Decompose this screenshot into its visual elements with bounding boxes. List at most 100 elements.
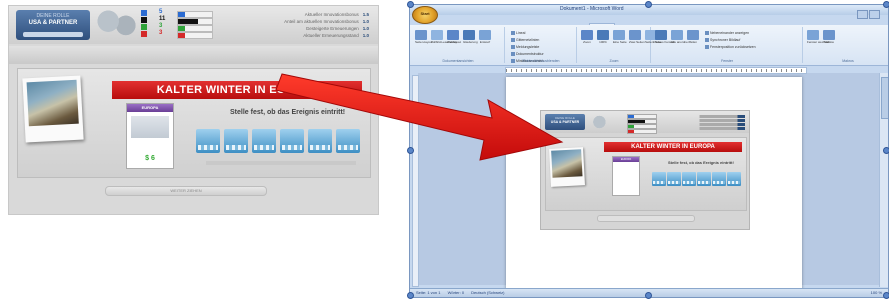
resize-handle[interactable] [407, 1, 414, 8]
ribbon-button[interactable]: Seiten-layout [415, 30, 433, 44]
ribbon-button[interactable]: Weblayout [447, 30, 461, 44]
ribbon-button[interactable]: 100% [597, 30, 609, 44]
mini-event-head: EUROPA [613, 157, 639, 162]
vertical-scrollbar[interactable] [879, 73, 888, 287]
resize-handle[interactable] [407, 292, 414, 299]
ruler-tick [706, 69, 707, 72]
word-title: Dokument1 - Microsoft Word [560, 6, 624, 12]
ribbon-button[interactable]: Teilen [687, 30, 699, 44]
ribbon-item[interactable]: Synchroner Bildlauf [705, 38, 740, 43]
ribbon-button[interactable]: Entwurf [479, 30, 491, 44]
ruler-tick [711, 69, 712, 72]
checkbox-icon [705, 45, 709, 50]
maximize-button[interactable] [869, 10, 880, 19]
ribbon-button-label: Zwei Seiten [629, 40, 645, 44]
mini-stat-line [669, 119, 745, 122]
ribbon-button-label: Makros [824, 40, 834, 44]
ribbon-item[interactable]: Lineal [511, 31, 525, 36]
ribbon-group: Neues Fenster Alle anordnen Teilen Nebenein… [652, 27, 803, 63]
status-language[interactable]: Deutsch (Schweiz) [471, 290, 504, 295]
ribbon-item[interactable]: Dokumentstruktur [511, 52, 544, 57]
mini-tile [667, 172, 681, 186]
stat-label: Gesteigerte Erneuerungen [305, 26, 359, 31]
checkbox-icon [511, 31, 515, 36]
stat-row: Anteil am aktuellen Innovationsbonus 1.0 [239, 18, 369, 25]
ruler-tick [641, 69, 642, 72]
resize-handle[interactable] [883, 147, 889, 154]
event-card[interactable]: EUROPA $ 6 [126, 103, 174, 169]
ribbon-button-label: Teilen [689, 40, 697, 44]
stat-row: Aktueller Erneuerungsstand 1.0 [239, 32, 369, 39]
ruler-tick [651, 69, 652, 72]
ribbon-button[interactable]: Eine Seite [613, 30, 627, 44]
ruler-tick [716, 69, 717, 72]
mini-wave-icon [683, 181, 695, 184]
ribbon-item[interactable]: Fensterposition zurücksetzen [705, 45, 756, 50]
ruler-tick [696, 69, 697, 72]
resize-handle[interactable] [645, 292, 652, 299]
resize-handle[interactable] [883, 292, 889, 299]
mini-count-row [619, 119, 663, 124]
count-row: 11 [141, 16, 223, 25]
ribbon-button[interactable]: Zwei Seiten [629, 30, 645, 44]
ruler-tick [596, 69, 597, 72]
ribbon-item[interactable]: Nebeneinander anzeigen [705, 31, 749, 36]
outcome-tile[interactable] [224, 129, 248, 153]
mini-wave-icon [668, 181, 680, 184]
stat-value: 1.5 [362, 12, 369, 17]
ribbon-button[interactable]: Neues Fenster [655, 30, 675, 44]
ribbon-button[interactable]: Makros [823, 30, 835, 44]
role-button[interactable] [23, 32, 83, 37]
resize-handle[interactable] [883, 1, 889, 8]
ruler-tick [601, 69, 602, 72]
office-button[interactable]: Start [412, 6, 438, 24]
scrollbar-thumb[interactable] [881, 77, 888, 119]
ribbon-button-label: Gliederung [463, 40, 478, 44]
ribbon-button-icon [581, 30, 593, 40]
ruler-tick [631, 69, 632, 72]
ribbon-group: Lineal Gitternetzlinien Meldungsleiste Doku… [506, 27, 577, 64]
outcome-tile[interactable] [196, 129, 220, 153]
event-photo [22, 75, 84, 143]
ribbon-item[interactable]: Meldungsleiste [511, 45, 539, 50]
stat-row: Gesteigerte Erneuerungen 1.0 [239, 25, 369, 32]
event-card-value: $ 6 [145, 155, 155, 162]
game-top-bar: DEINE ROLLE USA & PARTNER 5 11 3 3 Aktuelle… [9, 6, 378, 44]
checkbox-icon [705, 31, 709, 36]
mini-banner: KALTER WINTER IN EUROPA [604, 142, 742, 152]
zoom-level[interactable]: 100 % [871, 289, 882, 297]
wave-icon [226, 145, 246, 150]
mini-prompt: Stelle fest, ob das Ereignis eintritt! [668, 160, 734, 165]
resize-handle[interactable] [645, 1, 652, 8]
ribbon-button-label: Zoom [583, 40, 591, 44]
ruler-tick [626, 69, 627, 72]
stat-row: Aktueller Innovationsbonus 1.5 [239, 11, 369, 18]
ribbon-item[interactable]: Gitternetzlinien [511, 38, 539, 43]
status-words[interactable]: Wörter: 0 [448, 290, 464, 295]
ribbon-button[interactable]: Zoom [581, 30, 593, 44]
ruler-tick [766, 69, 767, 72]
mini-count-fill [628, 130, 634, 133]
minimize-button[interactable] [857, 10, 868, 19]
window-buttons [856, 6, 886, 37]
ruler-tick [791, 69, 792, 72]
ruler-tick [761, 69, 762, 72]
ribbon-button[interactable]: Vollbild-Lesemodus [431, 30, 457, 44]
ribbon-button[interactable]: Fenster wechseln [807, 30, 831, 44]
ribbon-button-icon [613, 30, 625, 40]
ruler-tick [661, 69, 662, 72]
ribbon-button[interactable]: Gliederung [463, 30, 478, 44]
mini-wave-icon [713, 181, 725, 184]
mini-counts [619, 114, 663, 134]
ruler-tick [616, 69, 617, 72]
ribbon-button-icon [687, 30, 699, 40]
role-name: USA & PARTNER [28, 20, 78, 26]
ruler-tick [771, 69, 772, 72]
ribbon-group: Zoom 100% Eine Seite Zwei Seiten Seitenbreit… [578, 27, 661, 63]
ribbon-button-label: Entwurf [479, 40, 491, 44]
count-row: 3 [141, 30, 223, 39]
ribbon-button[interactable]: Alle anordnen [671, 30, 690, 44]
next-button[interactable]: WEITER ZIEHEN [105, 186, 267, 196]
status-page[interactable]: Seite: 1 von 1 [416, 290, 440, 295]
mini-count-row [619, 124, 663, 129]
